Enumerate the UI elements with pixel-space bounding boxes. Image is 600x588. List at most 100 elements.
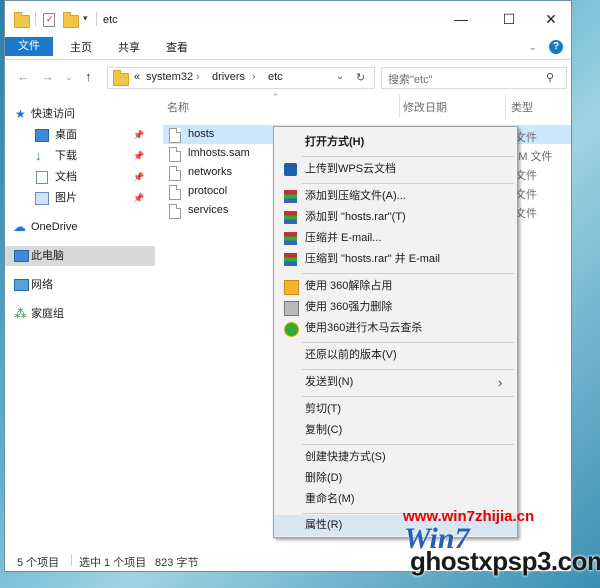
nav-item-pictures[interactable]: 图片 📌 <box>5 188 155 208</box>
up-arrow-icon[interactable]: ↑ <box>85 69 92 84</box>
menu-item-compress-email[interactable]: 压缩并 E-mail... <box>274 228 517 249</box>
nav-item-quick-access[interactable]: ★ 快速访问 <box>5 104 155 124</box>
menu-item-copy[interactable]: 复制(C) <box>274 420 517 441</box>
computer-icon <box>14 250 29 262</box>
breadcrumb-separator[interactable]: › <box>252 71 256 83</box>
menu-item-restore-previous[interactable]: 还原以前的版本(V) <box>274 345 517 366</box>
ribbon-expand-icon[interactable]: ⌄ <box>529 42 537 53</box>
menu-item-add-archive[interactable]: 添加到压缩文件(A)... <box>274 186 517 207</box>
search-input[interactable]: 搜索"etc" <box>388 71 432 87</box>
sort-up-icon: ⌃ <box>272 92 280 102</box>
menu-item-open-with[interactable]: 打开方式(H) <box>274 132 517 153</box>
breadcrumb-drivers[interactable]: drivers <box>212 71 245 83</box>
menu-item-360-trojan-scan[interactable]: 使用360进行木马云查杀 <box>274 318 517 339</box>
menu-item-label: 发送到(N) <box>305 376 354 388</box>
menu-item-create-shortcut[interactable]: 创建快捷方式(S) <box>274 447 517 468</box>
address-box[interactable]: « system32 › drivers › etc ⌄ ↻ <box>107 67 375 89</box>
breadcrumb-separator[interactable]: › <box>196 71 200 83</box>
folder-icon <box>113 70 129 86</box>
menu-item-label: 复制(C) <box>305 424 343 436</box>
pin-icon[interactable]: 📌 <box>133 146 144 166</box>
address-dropdown-icon[interactable]: ⌄ <box>336 71 344 82</box>
column-header-name[interactable]: 名称 <box>167 99 189 115</box>
properties-check-icon[interactable]: ✓ <box>43 13 55 27</box>
menu-item-label: 使用360进行木马云查杀 <box>305 322 423 334</box>
menu-item-label: 压缩并 E-mail... <box>305 232 382 244</box>
close-button[interactable]: ✕ <box>531 7 571 31</box>
menu-item-cut[interactable]: 剪切(T) <box>274 399 517 420</box>
menu-item-label: 添加到压缩文件(A)... <box>305 190 406 202</box>
context-menu: 打开方式(H) 上传到WPS云文档 添加到压缩文件(A)... 添加到 "hos… <box>273 126 518 538</box>
shredder-icon <box>284 301 299 316</box>
column-divider[interactable] <box>505 94 506 118</box>
nav-item-homegroup[interactable]: ⁂ 家庭组 <box>5 304 155 324</box>
nav-item-label: 图片 <box>55 192 77 204</box>
menu-item-360-unlock[interactable]: 使用 360解除占用 <box>274 276 517 297</box>
new-folder-icon[interactable] <box>63 12 79 28</box>
tab-file[interactable]: 文件 <box>5 37 53 56</box>
picture-icon <box>35 192 49 205</box>
pin-icon[interactable]: 📌 <box>133 125 144 145</box>
menu-separator <box>302 369 514 370</box>
title-bar: ✓ ▾ etc — ☐ ✕ <box>5 1 571 37</box>
qa-dropdown-icon[interactable]: ▾ <box>83 13 88 24</box>
maximize-button[interactable]: ☐ <box>489 7 529 31</box>
refresh-icon[interactable]: ↻ <box>356 71 365 84</box>
help-button[interactable]: ? <box>549 40 563 54</box>
nav-item-label: 网络 <box>31 279 53 291</box>
chevron-right-icon: › <box>498 375 503 390</box>
menu-item-send-to[interactable]: 发送到(N) › <box>274 372 517 393</box>
cloud-icon: ☁ <box>13 219 26 234</box>
nav-item-this-pc[interactable]: 此电脑 <box>5 246 155 266</box>
nav-item-network[interactable]: 网络 <box>5 275 155 295</box>
breadcrumb-etc[interactable]: etc <box>268 71 283 83</box>
menu-item-label: 使用 360解除占用 <box>305 280 393 292</box>
breadcrumb-system32[interactable]: system32 <box>146 71 193 83</box>
column-divider[interactable] <box>399 94 400 118</box>
column-header-date[interactable]: 修改日期 <box>403 99 447 115</box>
file-type: 文件 <box>515 132 537 144</box>
menu-item-label: 使用 360强力删除 <box>305 301 393 313</box>
menu-separator <box>302 444 514 445</box>
menu-item-label: 添加到 "hosts.rar"(T) <box>305 211 406 223</box>
menu-item-upload-wps[interactable]: 上传到WPS云文档 <box>274 159 517 180</box>
nav-item-desktop[interactable]: 桌面 📌 <box>5 125 155 145</box>
menu-item-add-hosts-rar[interactable]: 添加到 "hosts.rar"(T) <box>274 207 517 228</box>
nav-item-label: 此电脑 <box>31 250 64 262</box>
nav-item-label: 家庭组 <box>31 308 64 320</box>
menu-item-compress-hosts-email[interactable]: 压缩到 "hosts.rar" 并 E-mail <box>274 249 517 270</box>
menu-separator <box>302 156 514 157</box>
menu-item-label: 还原以前的版本(V) <box>305 349 397 361</box>
nav-item-onedrive[interactable]: ☁ OneDrive <box>5 217 155 237</box>
menu-item-360-force-delete[interactable]: 使用 360强力删除 <box>274 297 517 318</box>
tab-view[interactable]: 查看 <box>157 37 197 59</box>
menu-separator <box>302 183 514 184</box>
menu-item-label: 压缩到 "hosts.rar" 并 E-mail <box>305 253 440 265</box>
nav-item-label: 快速访问 <box>31 108 75 120</box>
menu-item-label: 创建快捷方式(S) <box>305 451 386 463</box>
menu-separator <box>302 342 514 343</box>
folder-icon[interactable] <box>14 12 30 28</box>
tab-share[interactable]: 共享 <box>109 37 149 59</box>
back-arrow-icon[interactable]: ← <box>17 69 30 84</box>
menu-item-label: 上传到WPS云文档 <box>305 163 397 175</box>
breadcrumb-overflow[interactable]: « <box>134 71 140 83</box>
file-name: hosts <box>188 128 215 140</box>
winrar-icon <box>284 190 297 203</box>
pin-icon[interactable]: 📌 <box>133 167 144 187</box>
nav-item-label: OneDrive <box>31 221 78 233</box>
tab-home[interactable]: 主页 <box>61 37 101 59</box>
minimize-button[interactable]: — <box>441 7 481 31</box>
menu-item-rename[interactable]: 重命名(M) <box>274 489 517 510</box>
file-icon <box>169 166 181 181</box>
menu-item-label: 打开方式(H) <box>305 136 365 148</box>
nav-item-documents[interactable]: 文档 📌 <box>5 167 155 187</box>
nav-item-downloads[interactable]: ↓ 下载 📌 <box>5 146 155 166</box>
recent-dropdown-icon[interactable]: ⌄ <box>65 72 73 83</box>
search-icon[interactable]: ⚲ <box>546 71 554 84</box>
menu-item-delete[interactable]: 删除(D) <box>274 468 517 489</box>
pin-icon[interactable]: 📌 <box>133 188 144 208</box>
column-header-type[interactable]: 类型 <box>511 99 533 115</box>
forward-arrow-icon[interactable]: → <box>41 69 54 84</box>
search-box[interactable]: 搜索"etc" ⚲ <box>381 67 567 89</box>
